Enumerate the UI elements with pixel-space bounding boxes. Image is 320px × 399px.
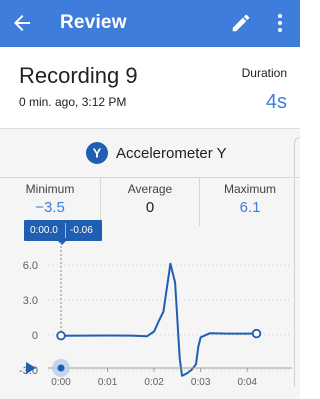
recording-header: Recording 9 0 min. ago, 3:12 PM Duration… (0, 47, 300, 129)
stat-maximum-value: 6.1 (239, 199, 261, 216)
playhead-handle[interactable] (57, 364, 65, 372)
recording-title[interactable]: Recording 9 (19, 63, 138, 89)
sensor-name: Accelerometer Y (116, 145, 227, 162)
x-tick-label: 0:00 (51, 377, 71, 388)
stat-maximum: Maximum 6.1 (200, 178, 300, 226)
stat-minimum-value: −3.5 (35, 199, 65, 216)
accelerometer-y-icon: Y (86, 142, 108, 164)
pencil-icon[interactable] (230, 12, 252, 34)
sensor-header: Y Accelerometer Y (0, 142, 300, 170)
tooltip-value: -0.06 (70, 225, 93, 236)
duration-value: 4s (265, 91, 287, 113)
x-tick-label: 0:03 (191, 377, 211, 388)
page-title: Review (60, 12, 127, 33)
chart-grid (48, 264, 292, 371)
stats-row: Minimum −3.5 Average 0 Maximum 6.1 (0, 177, 300, 226)
value-tooltip: 0:00.0 -0.06 (24, 220, 102, 245)
stat-average-value: 0 (145, 199, 155, 216)
tooltip-time: 0:00.0 (30, 225, 58, 236)
series-end-marker[interactable] (251, 328, 262, 339)
stat-maximum-label: Maximum (223, 182, 276, 196)
stat-minimum-label: Minimum (25, 182, 75, 196)
x-tick-label: 0:02 (144, 377, 164, 388)
arrow-back-icon[interactable] (10, 11, 34, 35)
stat-average-label: Average (127, 182, 173, 196)
app-bar: Review (0, 0, 300, 47)
series-start-marker[interactable] (56, 330, 66, 341)
x-tick-label: 0:01 (98, 377, 118, 388)
y-tick-label: 3.0 (23, 295, 38, 307)
y-axis-ticks: 6.03.00-3.0 (19, 260, 38, 377)
tooltip-divider (65, 223, 66, 238)
y-tick-label: 0 (32, 330, 38, 342)
stat-average: Average 0 (100, 178, 200, 226)
sensor-line-chart[interactable]: 6.03.00-3.0 0:000:010:020:030:04 (0, 240, 300, 399)
more-vert-icon[interactable] (272, 12, 288, 34)
sensor-icon-letter: Y (93, 146, 102, 161)
duration-label: Duration (241, 66, 287, 80)
stat-minimum: Minimum −3.5 (0, 178, 100, 226)
x-axis-ticks: 0:00 0:01 0:02 0:03 0:04 (51, 368, 257, 388)
series-line (60, 262, 257, 377)
y-tick-label: 6.0 (23, 260, 38, 272)
recording-timestamp: 0 min. ago, 3:12 PM (19, 95, 127, 109)
x-tick-label: 0:04 (237, 377, 257, 388)
